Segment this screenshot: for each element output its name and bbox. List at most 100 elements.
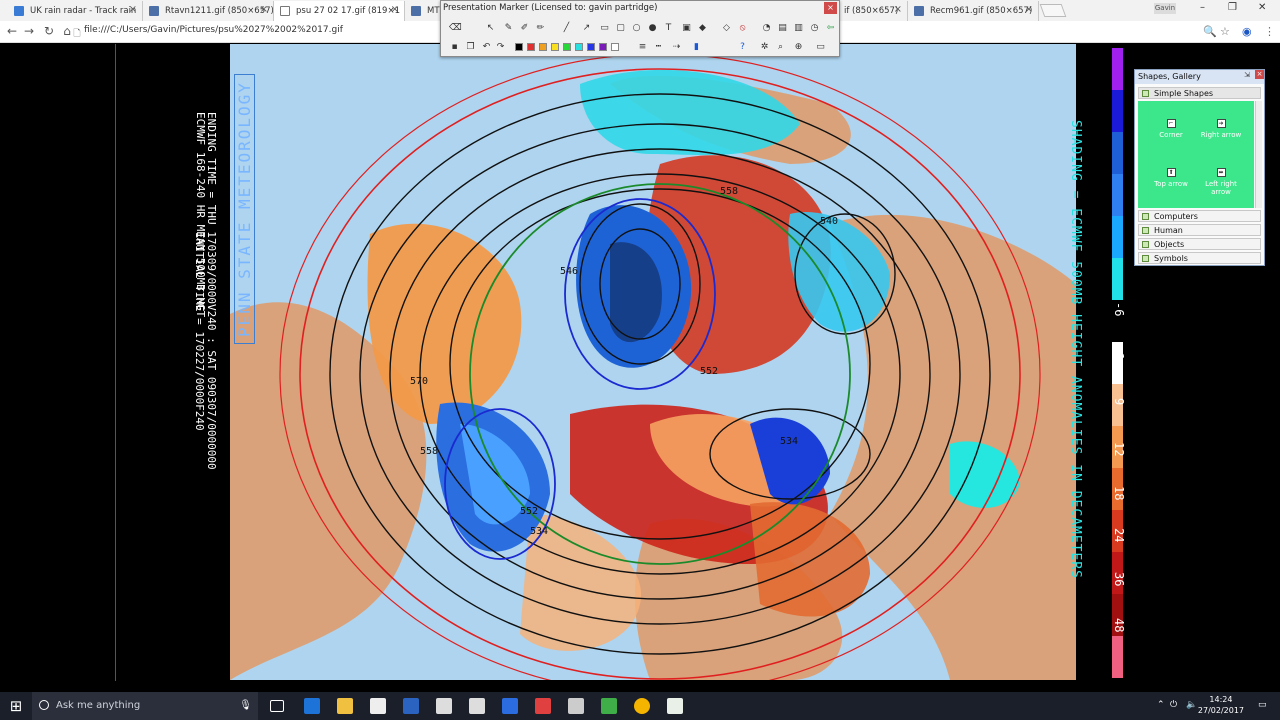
color-swatch-cyan[interactable]: [575, 43, 583, 51]
text-icon[interactable]: T: [663, 23, 674, 34]
line-width-icon[interactable]: ≡: [637, 42, 648, 53]
minimize-icon[interactable]: –: [1200, 2, 1205, 13]
close-icon[interactable]: ×: [129, 4, 137, 15]
color-swatch-black[interactable]: [515, 43, 523, 51]
shape-item-right-arrow[interactable]: ➜ Right arrow: [1196, 119, 1246, 139]
camtasia-icon[interactable]: [601, 698, 617, 714]
pin-icon[interactable]: ⇲: [1244, 71, 1250, 79]
arrow-style-icon[interactable]: ⇢: [671, 42, 682, 53]
color-swatch-yellow[interactable]: [551, 43, 559, 51]
file-info-icon[interactable]: 🗋: [70, 26, 84, 42]
eraser-icon[interactable]: ◇: [721, 23, 732, 34]
highlighter-icon[interactable]: ✏: [535, 23, 546, 34]
screen-mode-icon[interactable]: ▭: [815, 42, 826, 53]
settings-icon[interactable]: [469, 698, 485, 714]
app-m-icon[interactable]: [502, 698, 518, 714]
task-view-icon[interactable]: [270, 700, 284, 712]
onedrive-icon[interactable]: [403, 698, 419, 714]
user-profile-chip[interactable]: Gavin: [1154, 3, 1176, 14]
shape-item-left-right-arrow[interactable]: ⬌ Left right arrow: [1196, 168, 1246, 196]
tab-gif[interactable]: if (850×657) ×: [838, 1, 908, 21]
tab-uk-rain-radar[interactable]: UK rain radar - Track rain ×: [8, 1, 143, 21]
notifications-icon[interactable]: ▭: [1258, 700, 1267, 710]
tab-rtavn1211[interactable]: Rtavn1211.gif (850×657) ×: [143, 1, 274, 21]
shape-item-top-arrow[interactable]: ⬆ Top arrow: [1146, 168, 1196, 188]
tray-arrow-icon[interactable]: ⌃: [1157, 700, 1165, 710]
color-swatch-green[interactable]: [563, 43, 571, 51]
clock[interactable]: 14:24 27/02/2017: [1198, 694, 1244, 716]
save-icon[interactable]: ▪: [449, 42, 460, 53]
microphone-icon[interactable]: 🎙: [239, 692, 252, 720]
arrow-tool-icon[interactable]: ↗: [581, 23, 592, 34]
color-swatch-purple[interactable]: [599, 43, 607, 51]
presentation-marker-icon[interactable]: [667, 698, 683, 714]
magnifier-icon[interactable]: ⊕: [793, 42, 804, 53]
color-swatch-red[interactable]: [527, 43, 535, 51]
cortana-search-box[interactable]: Ask me anything 🎙: [32, 692, 258, 720]
menu-icon[interactable]: ⋮: [1264, 25, 1275, 38]
opacity-slider[interactable]: ▮: [691, 42, 702, 53]
window-close-icon[interactable]: ✕: [1258, 2, 1266, 13]
reload-icon[interactable]: ↻: [42, 24, 56, 38]
rectangle-icon[interactable]: ▭: [599, 23, 610, 34]
gallery-close-button[interactable]: ×: [1255, 70, 1264, 79]
file-explorer-icon[interactable]: [337, 698, 353, 714]
color-swatch-blue[interactable]: [587, 43, 595, 51]
calendar-icon[interactable]: [436, 698, 452, 714]
zoom-icon[interactable]: ⌕: [775, 42, 786, 53]
tab-mt8[interactable]: MT8_U: [405, 1, 441, 21]
clipboard-icon[interactable]: ▥: [793, 23, 804, 34]
timer-icon[interactable]: ◷: [809, 23, 820, 34]
filled-ellipse-icon[interactable]: ●: [647, 23, 658, 34]
category-objects[interactable]: Objects: [1138, 238, 1261, 250]
image-icon[interactable]: ▣: [681, 23, 692, 34]
bookmark-star-icon[interactable]: ☆: [1220, 25, 1230, 38]
store-icon[interactable]: [370, 698, 386, 714]
chrome-icon[interactable]: [634, 698, 650, 714]
shapes-icon[interactable]: ◆: [697, 23, 708, 34]
close-icon[interactable]: ×: [1025, 4, 1033, 15]
gallery-scrollbar[interactable]: [1255, 101, 1262, 208]
toolbar-close-button[interactable]: ×: [824, 2, 837, 14]
marker-icon[interactable]: ✐: [519, 23, 530, 34]
eraser-icon[interactable]: ⌫: [449, 23, 462, 34]
new-tab-button[interactable]: [1039, 4, 1067, 17]
pen-icon[interactable]: ✎: [503, 23, 514, 34]
category-computers[interactable]: Computers: [1138, 210, 1261, 222]
url-field[interactable]: file:///C:/Users/Gavin/Pictures/psu%2027…: [84, 25, 343, 35]
redo-icon[interactable]: ↷: [495, 42, 506, 53]
pointer-icon[interactable]: ↖: [485, 23, 496, 34]
wifi-icon[interactable]: ⏻: [1170, 700, 1177, 710]
color-swatch-orange[interactable]: [539, 43, 547, 51]
settings-icon[interactable]: ✲: [759, 42, 770, 53]
spotlight-icon[interactable]: ◔: [761, 23, 772, 34]
app-red-icon[interactable]: [535, 698, 551, 714]
help-icon[interactable]: ?: [737, 42, 748, 53]
edge-browser-icon[interactable]: [304, 698, 320, 714]
maximize-icon[interactable]: ❐: [1228, 2, 1237, 13]
screen-icon[interactable]: ▤: [777, 23, 788, 34]
category-human[interactable]: Human: [1138, 224, 1261, 236]
close-icon[interactable]: ×: [260, 4, 268, 15]
app-mic-icon[interactable]: [568, 698, 584, 714]
line-icon[interactable]: ╱: [561, 23, 572, 34]
copy-icon[interactable]: ❐: [465, 42, 476, 53]
undo-icon[interactable]: ↶: [481, 42, 492, 53]
category-simple-shapes[interactable]: Simple Shapes: [1138, 87, 1261, 99]
dash-style-icon[interactable]: ┅: [653, 42, 664, 53]
stop-icon[interactable]: ⦸: [737, 23, 748, 34]
extension-icon[interactable]: ◉: [1242, 25, 1252, 38]
tab-psu[interactable]: psu 27 02 17.gif (819×1 ×: [274, 1, 405, 21]
ellipse-icon[interactable]: ○: [631, 23, 642, 34]
close-icon[interactable]: ×: [894, 4, 902, 15]
shape-item-corner[interactable]: ⌐ Corner: [1146, 119, 1196, 139]
tab-recm961[interactable]: Recm961.gif (850×657) ×: [908, 1, 1039, 21]
windows-start-icon[interactable]: ⊞: [0, 692, 32, 720]
close-icon[interactable]: ×: [391, 4, 399, 15]
back-arrow-icon[interactable]: ←: [5, 24, 19, 38]
rounded-rect-icon[interactable]: ▢: [615, 23, 626, 34]
category-symbols[interactable]: Symbols: [1138, 252, 1261, 264]
undo-arrow-icon[interactable]: ⇦: [825, 23, 836, 34]
color-swatch-white[interactable]: [611, 43, 619, 51]
volume-icon[interactable]: 🔈: [1186, 700, 1197, 710]
